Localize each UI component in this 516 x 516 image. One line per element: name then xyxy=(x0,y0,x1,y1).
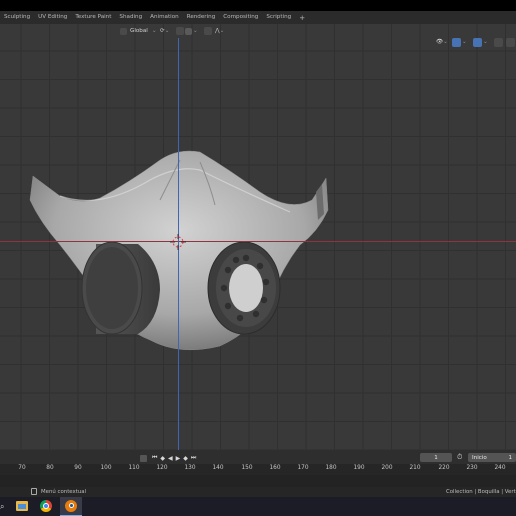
chevron-down-icon: ⌄ xyxy=(164,28,170,34)
tab-scripting[interactable]: Scripting xyxy=(262,11,295,24)
proportional-edit-toggle[interactable]: ⋀ ⌄ xyxy=(204,26,224,36)
ruler-tick: 160 xyxy=(269,465,281,471)
visibility-dropdown[interactable]: 👁 ⌄ xyxy=(436,37,448,47)
xray-icon xyxy=(494,37,503,47)
record-icon[interactable] xyxy=(140,454,147,462)
ruler-tick: 180 xyxy=(325,465,337,471)
snap-icon xyxy=(176,27,184,35)
ruler-tick: 170 xyxy=(297,465,309,471)
ruler-tick: 240 xyxy=(494,465,506,471)
ruler-tick: 80 xyxy=(46,465,54,471)
snap-target-icon xyxy=(185,27,192,35)
ruler-tick: 230 xyxy=(466,465,478,471)
mask-model[interactable] xyxy=(0,24,516,450)
ruler-tick: 70 xyxy=(18,465,26,471)
add-workspace-button[interactable]: + xyxy=(295,14,309,22)
ruler-tick: 220 xyxy=(438,465,450,471)
ruler-tick: 200 xyxy=(381,465,393,471)
xray-toggle[interactable] xyxy=(494,37,504,47)
play-icon[interactable]: ▶ xyxy=(176,455,181,462)
current-frame-field[interactable]: 1 xyxy=(420,453,452,462)
chevron-down-icon: ⌄ xyxy=(219,28,225,34)
3d-viewport[interactable] xyxy=(0,24,516,450)
chevron-down-icon: ⌄ xyxy=(151,28,157,34)
ruler-tick: 90 xyxy=(74,465,82,471)
play-reverse-icon[interactable]: ◀ xyxy=(168,455,173,462)
clock-icon[interactable]: ⏱ xyxy=(457,453,466,462)
keyframe-next-icon[interactable]: ◆ xyxy=(183,455,188,462)
chevron-down-icon: ⌄ xyxy=(193,28,198,34)
search-icon[interactable]: ⌕ xyxy=(0,502,4,512)
screen-top-border xyxy=(0,0,516,11)
overlay-icon xyxy=(473,37,482,47)
chevron-down-icon: ⌄ xyxy=(483,39,488,45)
gizmo-toggle[interactable]: ⌄ xyxy=(452,37,467,47)
chrome-icon[interactable] xyxy=(40,500,52,512)
tab-texture-paint[interactable]: Texture Paint xyxy=(71,11,115,24)
status-right-text: Collection | Boquilla | Vert:42 xyxy=(446,489,516,495)
ruler-tick: 100 xyxy=(100,465,112,471)
chevron-down-icon: ⌄ xyxy=(462,39,467,45)
tab-compositing[interactable]: Compositing xyxy=(219,11,262,24)
file-explorer-icon[interactable] xyxy=(16,501,28,511)
ruler-tick: 120 xyxy=(156,465,168,471)
playback-controls: ⏮ ◆ ◀ ▶ ◆ ⏭ xyxy=(140,453,196,463)
proportional-edit-icon xyxy=(204,27,212,35)
keyframe-prev-icon[interactable]: ◆ xyxy=(160,455,165,462)
mouse-icon xyxy=(31,488,37,495)
transform-orientation-icon xyxy=(120,27,127,35)
visibility-icon: 👁 xyxy=(436,39,444,45)
ruler-tick: 210 xyxy=(409,465,421,471)
tab-sculpting[interactable]: Sculpting xyxy=(0,11,34,24)
pivot-point-dropdown[interactable]: ⟳ ⌄ xyxy=(160,26,169,36)
start-frame-value: 1 xyxy=(508,454,512,461)
orientation-label: Global xyxy=(130,28,148,34)
blender-icon xyxy=(65,500,77,512)
blender-taskbar-item[interactable] xyxy=(60,497,82,516)
jump-start-icon[interactable]: ⏮ xyxy=(152,454,157,462)
timeline-ruler[interactable]: 70 80 90 100 110 120 130 140 150 160 170… xyxy=(0,464,516,475)
jump-end-icon[interactable]: ⏭ xyxy=(191,454,196,462)
tab-uv-editing[interactable]: UV Editing xyxy=(34,11,71,24)
ruler-tick: 150 xyxy=(241,465,253,471)
start-frame-field[interactable]: Inicio 1 xyxy=(468,453,516,462)
tab-animation[interactable]: Animation xyxy=(146,11,183,24)
tab-shading[interactable]: Shading xyxy=(115,11,146,24)
status-left-text: Menú contextual xyxy=(41,489,87,495)
workspace-tabs-bar: Sculpting UV Editing Texture Paint Shadi… xyxy=(0,11,516,24)
orientation-dropdown[interactable]: Global ⌄ xyxy=(120,26,157,36)
x-axis-line xyxy=(0,241,516,242)
shading-solid-icon xyxy=(506,37,515,47)
chevron-down-icon: ⌄ xyxy=(443,39,448,45)
ruler-tick: 140 xyxy=(212,465,224,471)
snap-toggle[interactable]: ⌄ xyxy=(176,26,198,36)
tab-rendering[interactable]: Rendering xyxy=(183,11,220,24)
3d-cursor-icon[interactable] xyxy=(170,234,186,250)
timeline-area[interactable] xyxy=(0,475,516,487)
start-frame-label: Inicio xyxy=(472,454,487,461)
ruler-tick: 110 xyxy=(128,465,140,471)
gizmo-icon xyxy=(452,37,461,47)
ruler-tick: 190 xyxy=(353,465,365,471)
shading-solid-button[interactable] xyxy=(506,37,516,47)
overlay-toggle[interactable]: ⌄ xyxy=(473,37,488,47)
ruler-tick: 130 xyxy=(184,465,196,471)
